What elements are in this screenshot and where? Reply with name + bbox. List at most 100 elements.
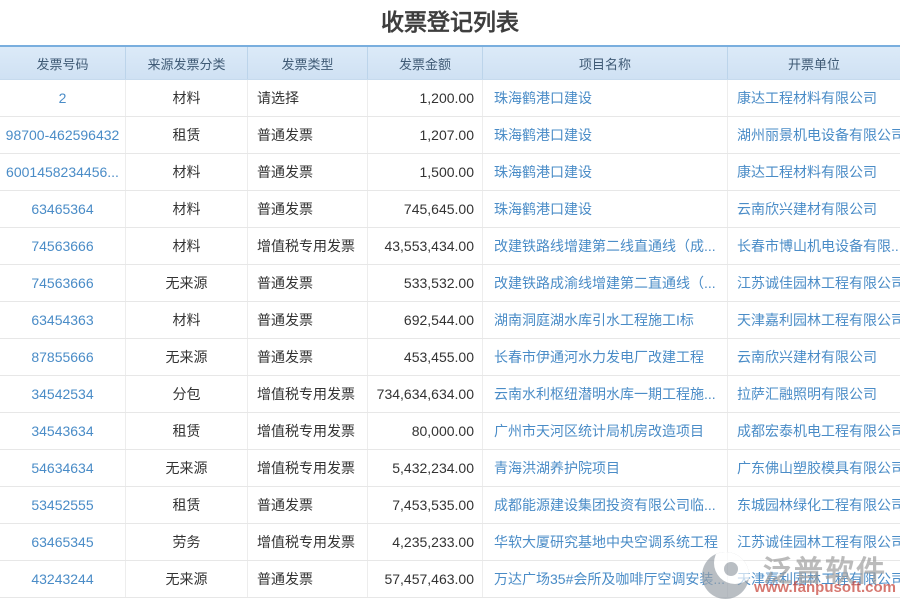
invoice-type-text: 普通发票 (248, 117, 368, 153)
invoice-type-text: 普通发票 (248, 339, 368, 375)
invoice-number-link[interactable]: 34543634 (0, 413, 126, 449)
project-name-link[interactable]: 珠海鹤港口建设 (483, 154, 728, 190)
column-header-invoice-type: 发票类型 (248, 47, 368, 79)
invoice-number-link[interactable]: 87855666 (0, 339, 126, 375)
invoice-amount-text: 80,000.00 (368, 413, 483, 449)
invoice-number-link[interactable]: 74563666 (0, 228, 126, 264)
billing-unit-link[interactable]: 天津嘉利园林工程有限公司 (728, 561, 900, 597)
invoice-number-link[interactable]: 34542534 (0, 376, 126, 412)
invoice-type-text: 普通发票 (248, 487, 368, 523)
billing-unit-link[interactable]: 长春市博山机电设备有限... (728, 228, 900, 264)
receipt-table: 发票号码 来源发票分类 发票类型 发票金额 项目名称 开票单位 2材料请选择1,… (0, 45, 900, 598)
invoice-amount-text: 1,200.00 (368, 80, 483, 116)
billing-unit-link[interactable]: 天津嘉利园林工程有限公司 (728, 302, 900, 338)
column-header-source-category: 来源发票分类 (126, 47, 248, 79)
project-name-link[interactable]: 改建铁路成渝线增建第二直通线（... (483, 265, 728, 301)
project-name-link[interactable]: 珠海鹤港口建设 (483, 80, 728, 116)
invoice-amount-text: 692,544.00 (368, 302, 483, 338)
source-category-text: 材料 (126, 154, 248, 190)
table-row: 87855666无来源普通发票453,455.00长春市伊通河水力发电厂改建工程… (0, 339, 900, 376)
column-header-invoice-amount: 发票金额 (368, 47, 483, 79)
source-category-text: 材料 (126, 191, 248, 227)
column-header-project-name: 项目名称 (483, 47, 728, 79)
invoice-number-link[interactable]: 6001458234456... (0, 154, 126, 190)
project-name-link[interactable]: 改建铁路线增建第二线直通线（成... (483, 228, 728, 264)
invoice-amount-text: 533,532.00 (368, 265, 483, 301)
billing-unit-link[interactable]: 成都宏泰机电工程有限公司 (728, 413, 900, 449)
table-row: 43243244无来源普通发票57,457,463.00万达广场35#会所及咖啡… (0, 561, 900, 598)
billing-unit-link[interactable]: 东城园林绿化工程有限公司 (728, 487, 900, 523)
source-category-text: 无来源 (126, 561, 248, 597)
billing-unit-link[interactable]: 广东佛山塑胶模具有限公司 (728, 450, 900, 486)
source-category-text: 租赁 (126, 487, 248, 523)
source-category-text: 租赁 (126, 117, 248, 153)
project-name-link[interactable]: 云南水利枢纽潜明水库一期工程施... (483, 376, 728, 412)
billing-unit-link[interactable]: 康达工程材料有限公司 (728, 154, 900, 190)
project-name-link[interactable]: 珠海鹤港口建设 (483, 117, 728, 153)
project-name-link[interactable]: 珠海鹤港口建设 (483, 191, 728, 227)
project-name-link[interactable]: 长春市伊通河水力发电厂改建工程 (483, 339, 728, 375)
billing-unit-link[interactable]: 云南欣兴建材有限公司 (728, 191, 900, 227)
invoice-type-text: 增值税专用发票 (248, 228, 368, 264)
table-row: 34543634租赁增值税专用发票80,000.00广州市天河区统计局机房改造项… (0, 413, 900, 450)
table-header-row: 发票号码 来源发票分类 发票类型 发票金额 项目名称 开票单位 (0, 47, 900, 80)
billing-unit-link[interactable]: 康达工程材料有限公司 (728, 80, 900, 116)
table-row: 54634634无来源增值税专用发票5,432,234.00青海洪湖养护院项目广… (0, 450, 900, 487)
invoice-number-link[interactable]: 98700-462596432 (0, 117, 126, 153)
invoice-amount-text: 1,207.00 (368, 117, 483, 153)
invoice-amount-text: 453,455.00 (368, 339, 483, 375)
source-category-text: 无来源 (126, 339, 248, 375)
billing-unit-link[interactable]: 云南欣兴建材有限公司 (728, 339, 900, 375)
column-header-invoice-number: 发票号码 (0, 47, 126, 79)
invoice-number-link[interactable]: 54634634 (0, 450, 126, 486)
project-name-link[interactable]: 青海洪湖养护院项目 (483, 450, 728, 486)
invoice-number-link[interactable]: 63454363 (0, 302, 126, 338)
table-row: 6001458234456...材料普通发票1,500.00珠海鹤港口建设康达工… (0, 154, 900, 191)
invoice-amount-text: 5,432,234.00 (368, 450, 483, 486)
invoice-amount-text: 4,235,233.00 (368, 524, 483, 560)
invoice-type-text: 增值税专用发票 (248, 413, 368, 449)
invoice-amount-text: 745,645.00 (368, 191, 483, 227)
project-name-link[interactable]: 广州市天河区统计局机房改造项目 (483, 413, 728, 449)
table-row: 63454363材料普通发票692,544.00湖南洞庭湖水库引水工程施工I标天… (0, 302, 900, 339)
table-row: 63465364材料普通发票745,645.00珠海鹤港口建设云南欣兴建材有限公… (0, 191, 900, 228)
invoice-type-text: 普通发票 (248, 302, 368, 338)
source-category-text: 材料 (126, 80, 248, 116)
page-title: 收票登记列表 (0, 0, 900, 45)
table-row: 2材料请选择1,200.00珠海鹤港口建设康达工程材料有限公司 (0, 80, 900, 117)
billing-unit-link[interactable]: 湖州丽景机电设备有限公司 (728, 117, 900, 153)
billing-unit-link[interactable]: 江苏诚佳园林工程有限公司 (728, 524, 900, 560)
invoice-number-link[interactable]: 2 (0, 80, 126, 116)
project-name-link[interactable]: 成都能源建设集团投资有限公司临... (483, 487, 728, 523)
billing-unit-link[interactable]: 江苏诚佳园林工程有限公司 (728, 265, 900, 301)
invoice-amount-text: 1,500.00 (368, 154, 483, 190)
table-row: 63465345劳务增值税专用发票4,235,233.00华软大厦研究基地中央空… (0, 524, 900, 561)
table-row: 98700-462596432租赁普通发票1,207.00珠海鹤港口建设湖州丽景… (0, 117, 900, 154)
invoice-number-link[interactable]: 63465345 (0, 524, 126, 560)
source-category-text: 无来源 (126, 265, 248, 301)
table-row: 74563666无来源普通发票533,532.00改建铁路成渝线增建第二直通线（… (0, 265, 900, 302)
invoice-amount-text: 57,457,463.00 (368, 561, 483, 597)
invoice-amount-text: 43,553,434.00 (368, 228, 483, 264)
invoice-type-text: 普通发票 (248, 191, 368, 227)
project-name-link[interactable]: 万达广场35#会所及咖啡厅空调安装... (483, 561, 728, 597)
invoice-number-link[interactable]: 53452555 (0, 487, 126, 523)
billing-unit-link[interactable]: 拉萨汇融照明有限公司 (728, 376, 900, 412)
invoice-type-text: 增值税专用发票 (248, 376, 368, 412)
invoice-type-text: 请选择 (248, 80, 368, 116)
source-category-text: 材料 (126, 228, 248, 264)
source-category-text: 无来源 (126, 450, 248, 486)
table-row: 34542534分包增值税专用发票734,634,634.00云南水利枢纽潜明水… (0, 376, 900, 413)
invoice-number-link[interactable]: 63465364 (0, 191, 126, 227)
source-category-text: 材料 (126, 302, 248, 338)
invoice-type-text: 增值税专用发票 (248, 450, 368, 486)
invoice-number-link[interactable]: 74563666 (0, 265, 126, 301)
invoice-type-text: 普通发票 (248, 561, 368, 597)
project-name-link[interactable]: 湖南洞庭湖水库引水工程施工I标 (483, 302, 728, 338)
receipt-registration-page: 收票登记列表 发票号码 来源发票分类 发票类型 发票金额 项目名称 开票单位 2… (0, 0, 900, 598)
project-name-link[interactable]: 华软大厦研究基地中央空调系统工程 (483, 524, 728, 560)
invoice-number-link[interactable]: 43243244 (0, 561, 126, 597)
invoice-amount-text: 734,634,634.00 (368, 376, 483, 412)
source-category-text: 劳务 (126, 524, 248, 560)
invoice-amount-text: 7,453,535.00 (368, 487, 483, 523)
